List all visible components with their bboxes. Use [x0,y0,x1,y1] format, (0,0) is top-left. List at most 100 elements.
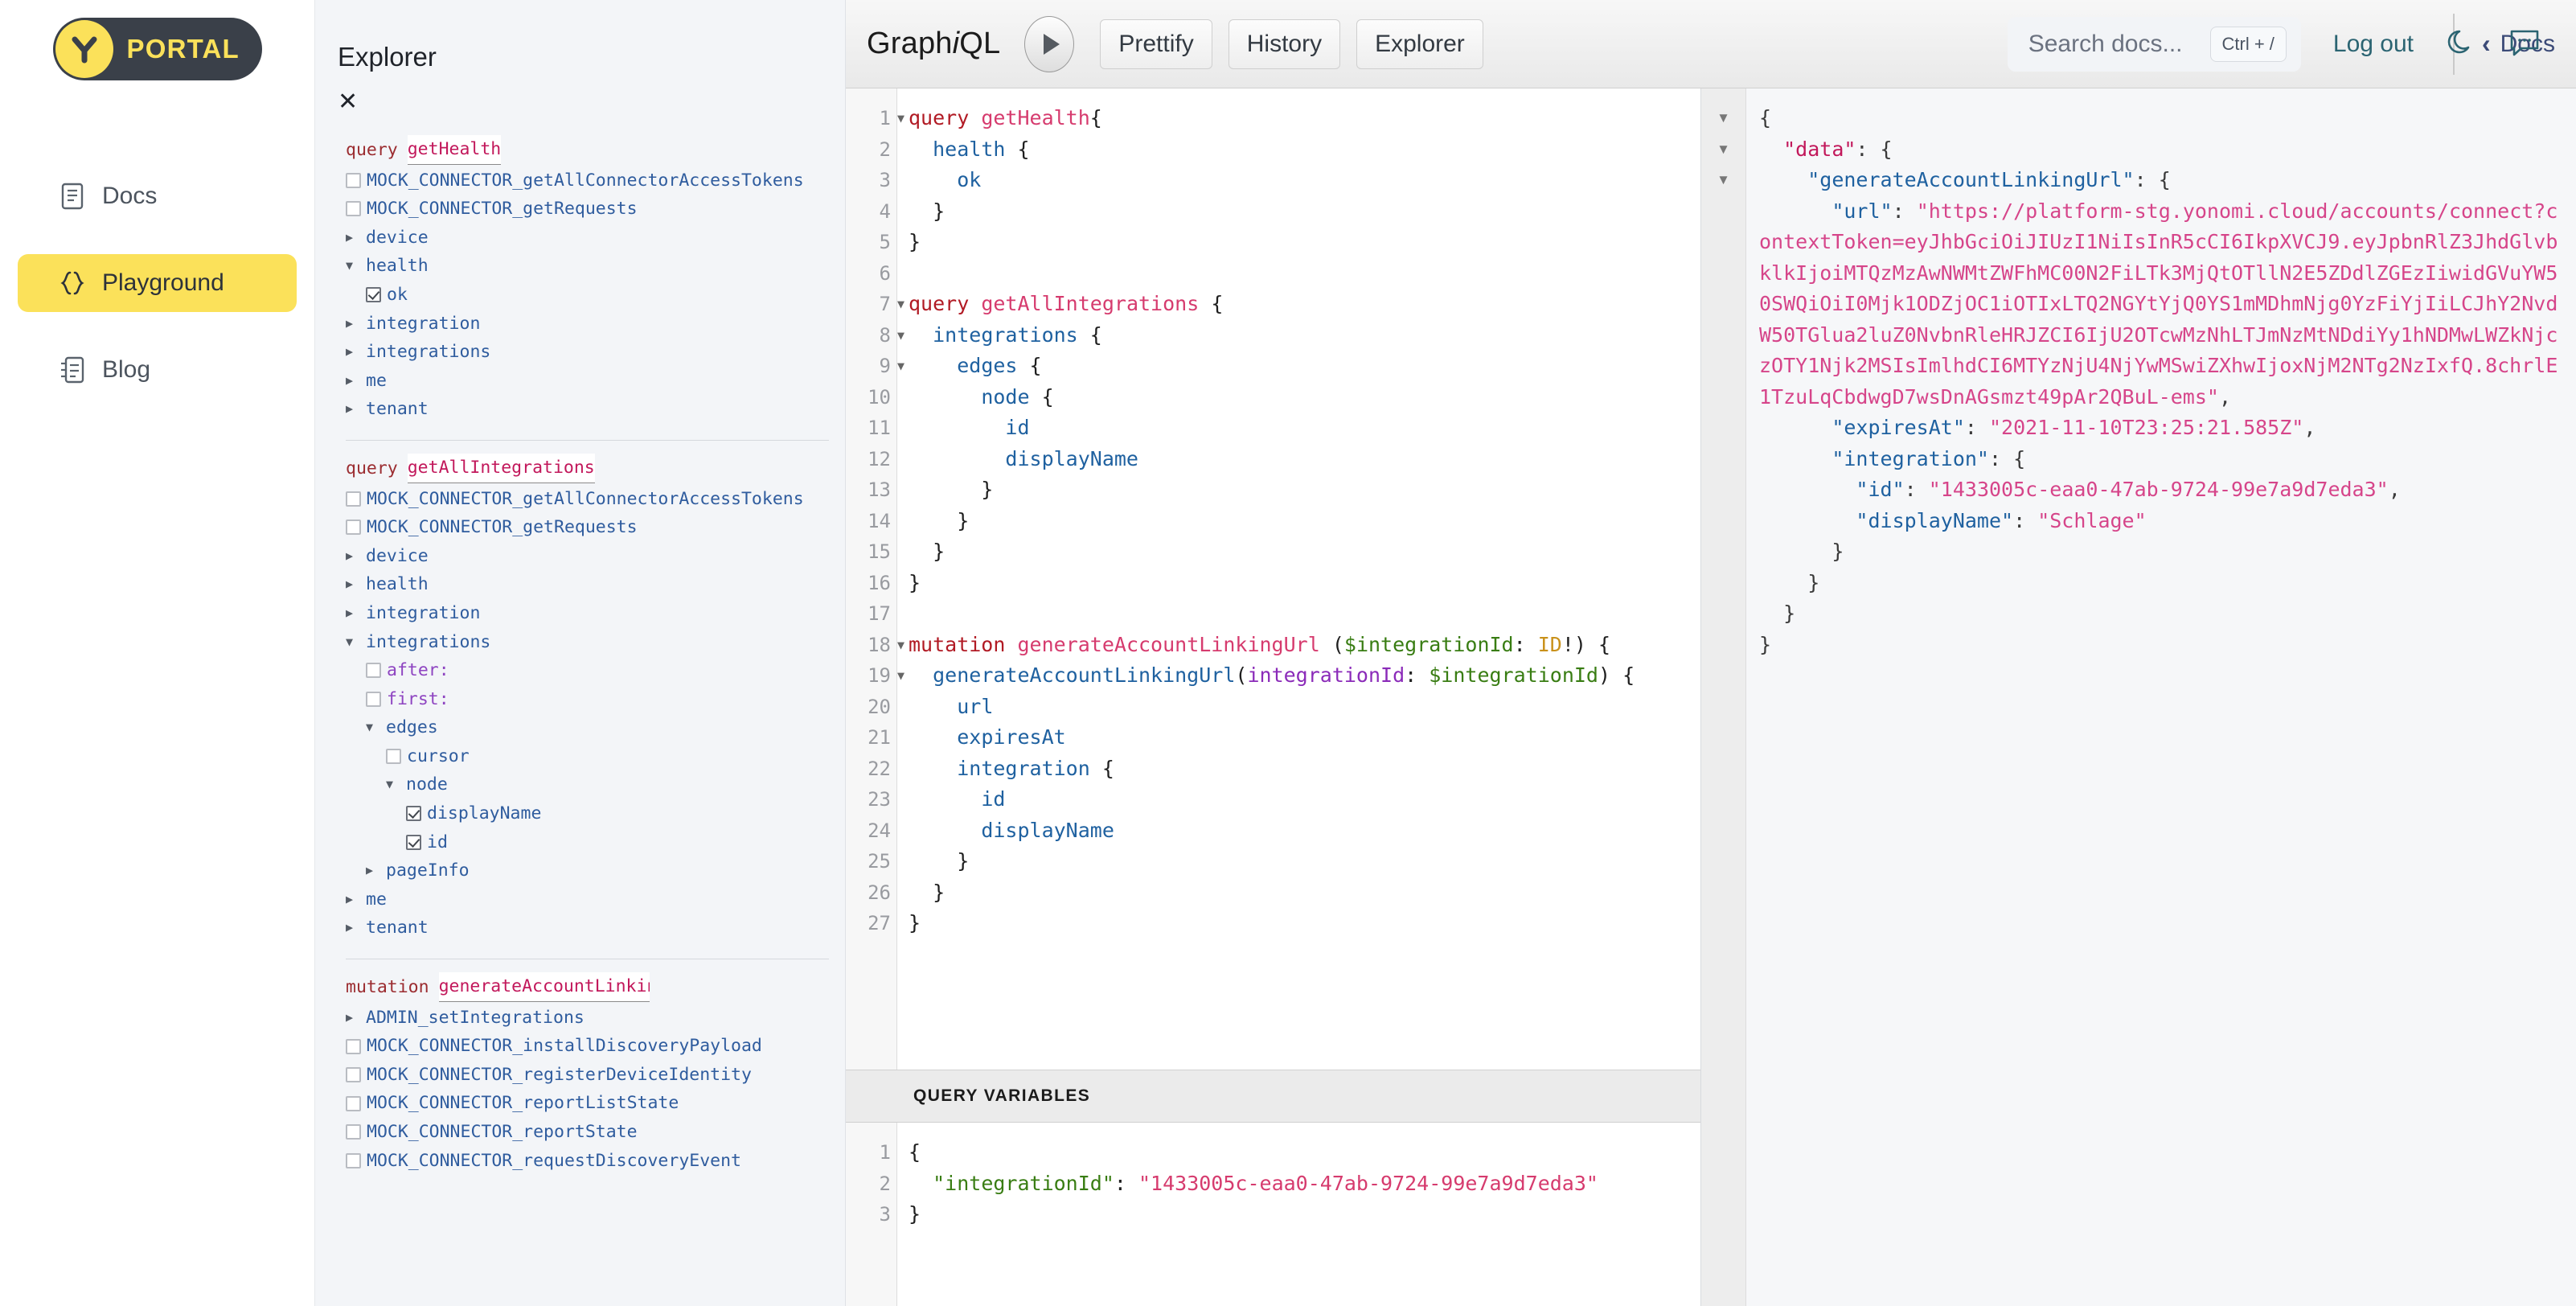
explorer-field-row[interactable]: ▶ integrations [346,338,845,367]
response-fold-gutter[interactable]: ▼ ▼ ▼ [1701,88,1746,1306]
explorer-field-label[interactable]: MOCK_CONNECTOR_reportState [367,1118,638,1147]
explorer-field-row[interactable]: MOCK_CONNECTOR_getRequests [346,195,845,224]
operation-name[interactable]: generateAccountLinkingUrl [438,972,650,1002]
field-checkbox[interactable] [386,749,401,765]
field-checkbox[interactable] [346,1038,361,1054]
explorer-field-row[interactable]: MOCK_CONNECTOR_registerDeviceIdentity [346,1061,845,1090]
operation-name[interactable]: getAllIntegrations [407,453,595,483]
explorer-field-row[interactable]: ▼ node [346,770,845,799]
chevron-right-icon[interactable]: ▶ [346,885,360,914]
chevron-right-icon[interactable]: ▶ [346,338,360,367]
chevron-right-icon[interactable]: ▶ [346,395,360,424]
explorer-operation-header[interactable]: query getAllIntegrations [346,453,845,483]
explorer-field-row[interactable]: ▼ health [346,252,845,281]
explorer-field-label[interactable]: id [427,828,448,857]
chevron-right-icon[interactable]: ▶ [346,1004,360,1033]
explorer-field-row[interactable]: MOCK_CONNECTOR_reportListState [346,1089,845,1118]
explorer-toggle-button[interactable]: Explorer [1356,18,1483,69]
field-checkbox[interactable] [366,663,381,679]
explorer-field-row[interactable]: ▶ device [346,542,845,571]
field-checkbox[interactable] [406,806,421,822]
chevron-down-icon[interactable]: ▼ [386,770,400,799]
chevron-right-icon[interactable]: ▶ [346,570,360,599]
search-input[interactable]: Search docs... [2028,31,2183,58]
explorer-field-row[interactable]: ▶ integration [346,599,845,628]
explorer-field-label[interactable]: tenant [366,914,429,943]
explorer-field-label[interactable]: integration [366,310,480,339]
explorer-field-row[interactable]: MOCK_CONNECTOR_reportState [346,1118,845,1147]
explorer-field-label[interactable]: health [366,570,429,599]
explorer-operation-header[interactable]: query getHealth [346,135,845,165]
explorer-field-label[interactable]: node [406,770,448,799]
explorer-field-label[interactable]: MOCK_CONNECTOR_getRequests [367,195,638,224]
explorer-field-label[interactable]: after: [387,656,449,685]
explorer-field-label[interactable]: me [366,367,387,396]
explorer-field-row[interactable]: ▼ integrations [346,628,845,657]
field-checkbox[interactable] [346,172,361,188]
explorer-field-row[interactable]: ▼ edges [346,713,845,742]
theme-toggle-button[interactable] [2446,27,2476,62]
field-checkbox[interactable] [346,1152,361,1168]
fold-toggle-icon[interactable]: ▼ [1701,134,1745,166]
explorer-field-row[interactable]: ▶ health [346,570,845,599]
explorer-field-row[interactable]: after: [346,656,845,685]
chevron-down-icon[interactable]: ▼ [346,628,360,657]
search-docs-field[interactable]: Search docs... Ctrl + / [2007,17,2301,72]
field-checkbox[interactable] [346,1124,361,1140]
explorer-field-row[interactable]: cursor [346,742,845,771]
explorer-field-label[interactable]: MOCK_CONNECTOR_requestDiscoveryEvent [367,1147,741,1176]
chevron-right-icon[interactable]: ▶ [346,367,360,396]
execute-query-button[interactable] [1024,15,1075,72]
query-variables-code[interactable]: { "integrationId": "1433005c-eaa0-47ab-9… [897,1123,1700,1306]
explorer-field-row[interactable]: MOCK_CONNECTOR_requestDiscoveryEvent [346,1147,845,1176]
field-checkbox[interactable] [406,834,421,850]
explorer-field-label[interactable]: cursor [407,742,470,771]
explorer-field-label[interactable]: integration [366,599,480,628]
explorer-field-row[interactable]: ▶ device [346,224,845,253]
sidebar-item-docs[interactable]: Docs [18,167,297,225]
explorer-field-label[interactable]: first: [387,685,449,714]
explorer-field-label[interactable]: displayName [427,799,541,828]
explorer-field-label[interactable]: MOCK_CONNECTOR_registerDeviceIdentity [367,1061,752,1090]
explorer-field-row[interactable]: ▶ pageInfo [346,856,845,885]
operation-name[interactable]: getHealth [407,135,502,165]
field-checkbox[interactable] [346,201,361,217]
query-editor-pane[interactable]: 1 ▼ 2 3 4 5 6 7 ▼ 8 ▼ 9 ▼ 10 11 12 13 14 15 16 17 18 ▼ 19 ▼ 20 21 2… [846,88,1700,1070]
explorer-field-label[interactable]: tenant [366,395,429,424]
chevron-down-icon[interactable]: ▼ [366,713,380,742]
chevron-right-icon[interactable]: ▶ [346,310,360,339]
fold-toggle-icon[interactable]: ▼ [897,320,904,351]
explorer-field-label[interactable]: ADMIN_setIntegrations [366,1004,585,1033]
explorer-field-row[interactable]: ▶ me [346,885,845,914]
explorer-field-label[interactable]: integrations [366,338,490,367]
explorer-field-label[interactable]: ok [387,281,408,310]
explorer-field-row[interactable]: ok [346,281,845,310]
explorer-field-row[interactable]: MOCK_CONNECTOR_getAllConnectorAccessToke… [346,166,845,195]
explorer-field-row[interactable]: MOCK_CONNECTOR_getAllConnectorAccessToke… [346,485,845,514]
chevron-right-icon[interactable]: ▶ [346,224,360,253]
query-variables-pane[interactable]: 1 2 3 { "integrationId": "1433005c-eaa0-47… [846,1123,1700,1306]
chevron-right-icon[interactable]: ▶ [346,599,360,628]
explorer-field-row[interactable]: ▶ me [346,367,845,396]
fold-toggle-icon[interactable]: ▼ [897,103,904,134]
close-icon[interactable]: ✕ [338,88,365,116]
explorer-field-label[interactable]: edges [386,713,438,742]
fold-toggle-icon[interactable]: ▼ [897,289,904,320]
feedback-button[interactable] [2508,27,2541,62]
explorer-field-label[interactable]: MOCK_CONNECTOR_getAllConnectorAccessToke… [367,485,804,514]
chevron-down-icon[interactable]: ▼ [346,252,360,281]
query-editor-code[interactable]: query getHealth{ health { ok }} query ge… [897,88,1700,1070]
explorer-field-label[interactable]: pageInfo [386,856,470,885]
sidebar-item-blog[interactable]: Blog [18,341,297,399]
field-checkbox[interactable] [366,287,381,303]
sidebar-item-playground[interactable]: Playground [18,254,297,312]
explorer-field-row[interactable]: MOCK_CONNECTOR_installDiscoveryPayload [346,1032,845,1061]
explorer-field-label[interactable]: MOCK_CONNECTOR_getRequests [367,513,638,542]
explorer-field-label[interactable]: MOCK_CONNECTOR_reportListState [367,1089,679,1118]
explorer-field-row[interactable]: ▶ ADMIN_setIntegrations [346,1004,845,1033]
field-checkbox[interactable] [346,491,361,507]
explorer-field-label[interactable]: MOCK_CONNECTOR_getAllConnectorAccessToke… [367,166,804,195]
history-button[interactable]: History [1228,18,1341,69]
query-variables-header[interactable]: QUERY VARIABLES [846,1070,1700,1123]
explorer-field-row[interactable]: id [346,828,845,857]
